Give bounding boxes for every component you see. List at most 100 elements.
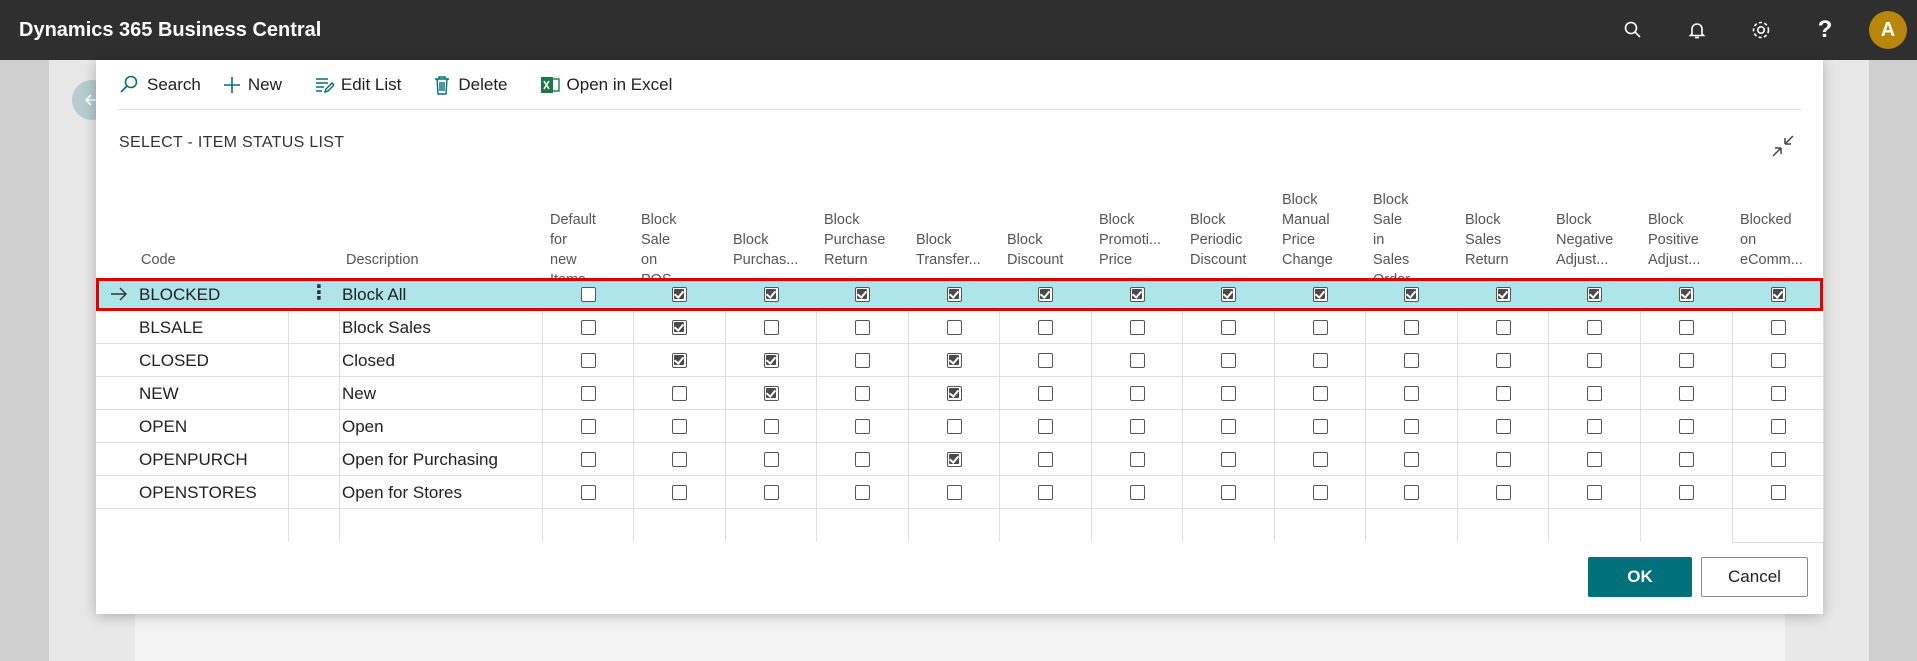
flag-checkbox[interactable] xyxy=(1037,287,1053,302)
column-header-flag[interactable]: Block Transfer... xyxy=(916,230,981,270)
flag-checkbox[interactable] xyxy=(1678,287,1694,302)
table-row[interactable]: NEW New xyxy=(96,377,1823,410)
flag-checkbox[interactable] xyxy=(946,386,962,401)
flag-checkbox[interactable] xyxy=(1678,419,1694,434)
flag-checkbox[interactable] xyxy=(1037,386,1053,401)
flag-checkbox[interactable] xyxy=(1129,386,1145,401)
column-header-description[interactable]: Description xyxy=(346,250,419,270)
flag-checkbox[interactable] xyxy=(580,287,596,302)
flag-checkbox[interactable] xyxy=(1495,386,1511,401)
flag-checkbox[interactable] xyxy=(1312,419,1328,434)
flag-checkbox[interactable] xyxy=(1678,485,1694,500)
flag-checkbox[interactable] xyxy=(1312,485,1328,500)
flag-checkbox[interactable] xyxy=(1037,353,1053,368)
flag-checkbox[interactable] xyxy=(854,419,870,434)
flag-checkbox[interactable] xyxy=(1403,353,1419,368)
flag-checkbox[interactable] xyxy=(1037,419,1053,434)
flag-checkbox[interactable] xyxy=(1129,419,1145,434)
flag-checkbox[interactable] xyxy=(1220,419,1236,434)
column-header-flag[interactable]: Block Periodic Discount xyxy=(1190,210,1246,270)
code-cell[interactable]: OPENPURCH xyxy=(139,450,248,470)
collapse-button[interactable] xyxy=(1767,130,1799,162)
flag-checkbox[interactable] xyxy=(1586,419,1602,434)
flag-checkbox[interactable] xyxy=(1770,353,1786,368)
flag-checkbox[interactable] xyxy=(1770,485,1786,500)
flag-checkbox[interactable] xyxy=(1586,287,1602,302)
flag-checkbox[interactable] xyxy=(1770,452,1786,467)
flag-checkbox[interactable] xyxy=(854,287,870,302)
avatar[interactable]: A xyxy=(1869,11,1907,49)
flag-checkbox[interactable] xyxy=(580,419,596,434)
flag-checkbox[interactable] xyxy=(1312,386,1328,401)
flag-checkbox[interactable] xyxy=(1403,287,1419,302)
flag-checkbox[interactable] xyxy=(580,386,596,401)
flag-checkbox[interactable] xyxy=(671,485,687,500)
table-row[interactable]: OPEN Open xyxy=(96,410,1823,443)
flag-checkbox[interactable] xyxy=(1129,485,1145,500)
search-action[interactable]: Search xyxy=(118,74,201,96)
flag-checkbox[interactable] xyxy=(854,320,870,335)
code-cell[interactable]: NEW xyxy=(139,384,179,404)
flag-checkbox[interactable] xyxy=(1403,386,1419,401)
column-header-flag[interactable]: Block Purchase Return xyxy=(824,210,885,270)
column-header-flag[interactable]: Block Purchas... xyxy=(733,230,798,270)
flag-checkbox[interactable] xyxy=(1037,452,1053,467)
flag-checkbox[interactable] xyxy=(1220,287,1236,302)
flag-checkbox[interactable] xyxy=(1220,386,1236,401)
description-cell[interactable]: Open xyxy=(342,417,384,437)
column-header-flag[interactable]: Block Discount xyxy=(1007,230,1063,270)
description-cell[interactable]: Block Sales xyxy=(342,318,431,338)
flag-checkbox[interactable] xyxy=(854,485,870,500)
column-header-flag[interactable]: Block Positive Adjust... xyxy=(1648,210,1700,270)
flag-checkbox[interactable] xyxy=(1220,485,1236,500)
flag-checkbox[interactable] xyxy=(946,353,962,368)
flag-checkbox[interactable] xyxy=(1678,386,1694,401)
open-in-excel-action[interactable]: Open in Excel xyxy=(540,75,672,95)
flag-checkbox[interactable] xyxy=(671,353,687,368)
flag-checkbox[interactable] xyxy=(1678,353,1694,368)
search-icon[interactable] xyxy=(1601,0,1665,60)
flag-checkbox[interactable] xyxy=(580,485,596,500)
flag-checkbox[interactable] xyxy=(1678,452,1694,467)
code-cell[interactable]: BLSALE xyxy=(139,318,203,338)
flag-checkbox[interactable] xyxy=(854,386,870,401)
flag-checkbox[interactable] xyxy=(1312,287,1328,302)
flag-checkbox[interactable] xyxy=(1403,452,1419,467)
bell-icon[interactable] xyxy=(1665,0,1729,60)
help-icon[interactable]: ? xyxy=(1793,0,1857,60)
table-row[interactable]: CLOSED Closed xyxy=(96,344,1823,377)
flag-checkbox[interactable] xyxy=(763,419,779,434)
ok-button[interactable]: OK xyxy=(1588,557,1692,597)
description-cell[interactable]: Open for Stores xyxy=(342,483,462,503)
flag-checkbox[interactable] xyxy=(1312,452,1328,467)
flag-checkbox[interactable] xyxy=(1312,353,1328,368)
column-header-flag[interactable]: Block Sales Return xyxy=(1465,210,1509,270)
cancel-button[interactable]: Cancel xyxy=(1701,557,1808,597)
flag-checkbox[interactable] xyxy=(1586,485,1602,500)
flag-checkbox[interactable] xyxy=(671,419,687,434)
description-cell[interactable]: Open for Purchasing xyxy=(342,450,498,470)
flag-checkbox[interactable] xyxy=(1770,320,1786,335)
flag-checkbox[interactable] xyxy=(671,386,687,401)
flag-checkbox[interactable] xyxy=(1037,320,1053,335)
flag-checkbox[interactable] xyxy=(763,386,779,401)
code-cell[interactable]: CLOSED xyxy=(139,351,209,371)
edit-list-action[interactable]: Edit List xyxy=(314,75,401,95)
row-actions-menu[interactable]: ⋮ xyxy=(309,283,329,303)
flag-checkbox[interactable] xyxy=(1770,386,1786,401)
flag-checkbox[interactable] xyxy=(1312,320,1328,335)
gear-icon[interactable] xyxy=(1729,0,1793,60)
flag-checkbox[interactable] xyxy=(1495,419,1511,434)
flag-checkbox[interactable] xyxy=(763,452,779,467)
flag-checkbox[interactable] xyxy=(854,353,870,368)
flag-checkbox[interactable] xyxy=(1495,452,1511,467)
flag-checkbox[interactable] xyxy=(946,320,962,335)
delete-action[interactable]: Delete xyxy=(433,75,508,95)
flag-checkbox[interactable] xyxy=(1129,353,1145,368)
flag-checkbox[interactable] xyxy=(1129,452,1145,467)
flag-checkbox[interactable] xyxy=(1403,419,1419,434)
column-header-flag[interactable]: BlockSale inSalesOrder xyxy=(1373,190,1410,290)
flag-checkbox[interactable] xyxy=(1586,452,1602,467)
flag-checkbox[interactable] xyxy=(1678,320,1694,335)
table-row[interactable]: OPENSTORES Open for Stores xyxy=(96,476,1823,509)
